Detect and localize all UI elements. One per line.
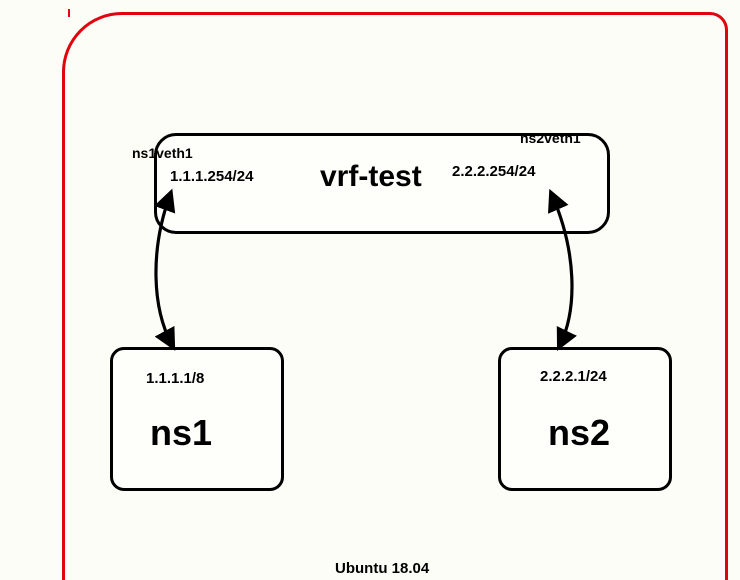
ns1-title: ns1: [150, 412, 212, 454]
vrf-title: vrf-test: [320, 160, 422, 194]
iface-left-ip: 1.1.1.254/24: [170, 168, 253, 185]
diagram-canvas: vrf-test ns1veth1 1.1.1.254/24 ns2veth1 …: [0, 0, 740, 580]
ns2-ip: 2.2.2.1/24: [540, 368, 607, 385]
ns2-title: ns2: [548, 412, 610, 454]
os-label: Ubuntu 18.04: [335, 560, 429, 577]
host-boundary: [62, 12, 728, 580]
iface-right-name: ns2veth1: [520, 130, 581, 146]
iface-left-name: ns1veth1: [132, 145, 193, 161]
iface-right-ip: 2.2.2.254/24: [452, 163, 535, 180]
ns1-ip: 1.1.1.1/8: [146, 370, 204, 387]
